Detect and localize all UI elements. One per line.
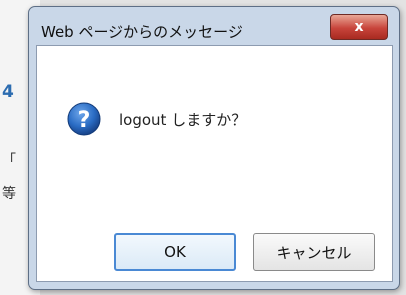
dialog-message: logout しますか？ [119,111,247,129]
close-icon: x [354,19,364,35]
ok-button-label: OK [164,243,186,261]
cancel-button[interactable]: キャンセル [253,233,375,271]
background-heading-fragment: 4 [2,82,14,102]
dialog-body: ? logout しますか？ OK キャンセル [36,45,393,282]
ok-button[interactable]: OK [114,233,236,271]
cancel-button-label: キャンセル [276,243,352,262]
background-text-fragment: 等 [2,186,16,202]
background-text-fragment: 「 [2,153,16,169]
question-icon: ? [67,102,101,136]
svg-text:?: ? [78,108,91,133]
message-dialog: Web ページからのメッセージ x ? logout しますか？ OK キャンセ… [28,6,400,290]
dialog-titlebar[interactable]: Web ページからのメッセージ x [29,7,399,47]
close-button[interactable]: x [330,14,388,40]
dialog-title: Web ページからのメッセージ [41,23,243,41]
